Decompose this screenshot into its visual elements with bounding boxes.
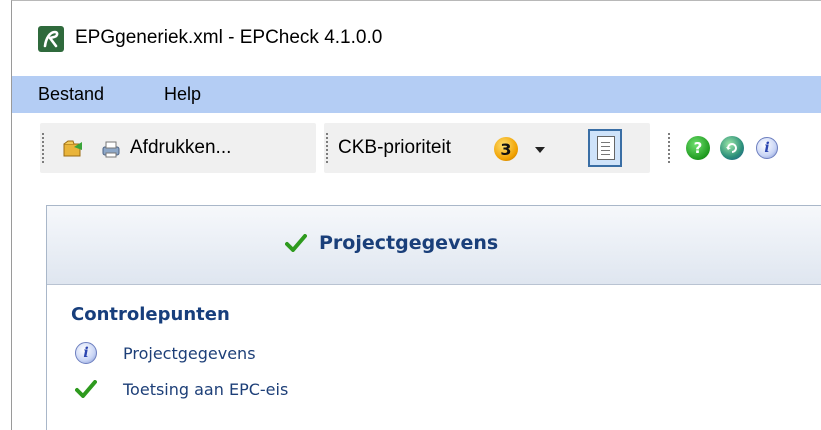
open-folder-icon[interactable] — [62, 138, 84, 160]
title-bar: EPGgeneriek.xml - EPCheck 4.1.0.0 — [12, 1, 821, 76]
priority-value: 3 — [500, 139, 512, 159]
toolbar: Afdrukken... CKB-prioriteit 3 ? i — [12, 113, 821, 187]
print-button[interactable]: Afdrukken... — [98, 127, 308, 171]
toolbar-grip-2[interactable] — [326, 133, 328, 165]
priority-badge: 3 — [494, 137, 518, 161]
info-icon[interactable]: i — [756, 137, 778, 159]
list-item-label[interactable]: Projectgegevens — [123, 344, 256, 363]
checkmark-icon — [75, 380, 97, 398]
toolbar-grip[interactable] — [42, 133, 44, 165]
panel-title: Projectgegevens — [319, 232, 499, 254]
priority-dropdown[interactable]: CKB-prioriteit 3 — [338, 127, 578, 171]
list-item-toetsing[interactable]: Toetsing aan EPC-eis — [71, 378, 371, 402]
print-label: Afdrukken... — [130, 137, 232, 158]
checkmark-icon — [285, 234, 307, 252]
list-item-projectgegevens[interactable]: i Projectgegevens — [71, 342, 331, 366]
section-heading: Controlepunten — [71, 304, 230, 325]
menu-bar: Bestand Help — [12, 76, 821, 113]
app-logo-icon — [38, 26, 64, 52]
list-item-label[interactable]: Toetsing aan EPC-eis — [123, 380, 288, 399]
question-icon[interactable]: ? — [686, 136, 710, 160]
panel-header: Projectgegevens — [47, 206, 821, 285]
menu-help[interactable]: Help — [164, 84, 201, 105]
app-window: EPGgeneriek.xml - EPCheck 4.1.0.0 Bestan… — [11, 0, 821, 430]
printer-icon — [100, 138, 122, 160]
project-panel: Projectgegevens Controlepunten i Project… — [46, 205, 821, 430]
info-icon: i — [75, 342, 97, 364]
document-icon[interactable] — [588, 129, 622, 167]
toolbar-grip-3[interactable] — [668, 133, 670, 165]
priority-label: CKB-prioriteit — [338, 137, 451, 158]
globe-arrow-icon[interactable] — [720, 136, 744, 160]
chevron-down-icon[interactable] — [535, 147, 545, 153]
window-title: EPGgeneriek.xml - EPCheck 4.1.0.0 — [75, 27, 383, 48]
menu-bestand[interactable]: Bestand — [38, 84, 104, 105]
